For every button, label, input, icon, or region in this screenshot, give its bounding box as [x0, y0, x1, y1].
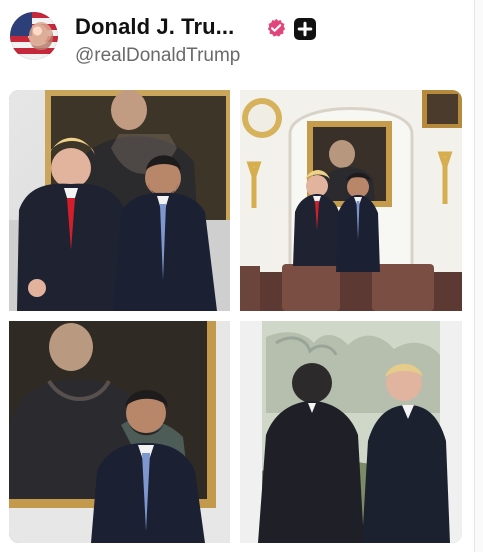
- verified-badge-icon: [266, 18, 286, 38]
- media-photo-3[interactable]: [9, 321, 230, 543]
- author-handle[interactable]: @realDonaldTrump: [75, 45, 240, 67]
- post-header: Donald J. Tru... @realDonaldTrump: [0, 0, 474, 86]
- photo-trump-and-man-formal-room: [240, 90, 462, 311]
- author-display-name[interactable]: Donald J. Tru...: [75, 14, 234, 40]
- media-photo-2[interactable]: [240, 90, 462, 311]
- photo-trump-and-man-with-portrait: [9, 90, 230, 311]
- profile-avatar[interactable]: [10, 12, 58, 60]
- scroll-gutter: [475, 0, 483, 552]
- post-footer-space: [0, 546, 474, 552]
- media-photo-4[interactable]: [240, 321, 462, 543]
- photo-man-before-portrait: [9, 321, 230, 543]
- plus-badge-icon: [294, 18, 316, 40]
- media-grid: [8, 89, 463, 543]
- photo-two-men-window-view: [240, 321, 462, 543]
- media-photo-1[interactable]: [9, 90, 230, 311]
